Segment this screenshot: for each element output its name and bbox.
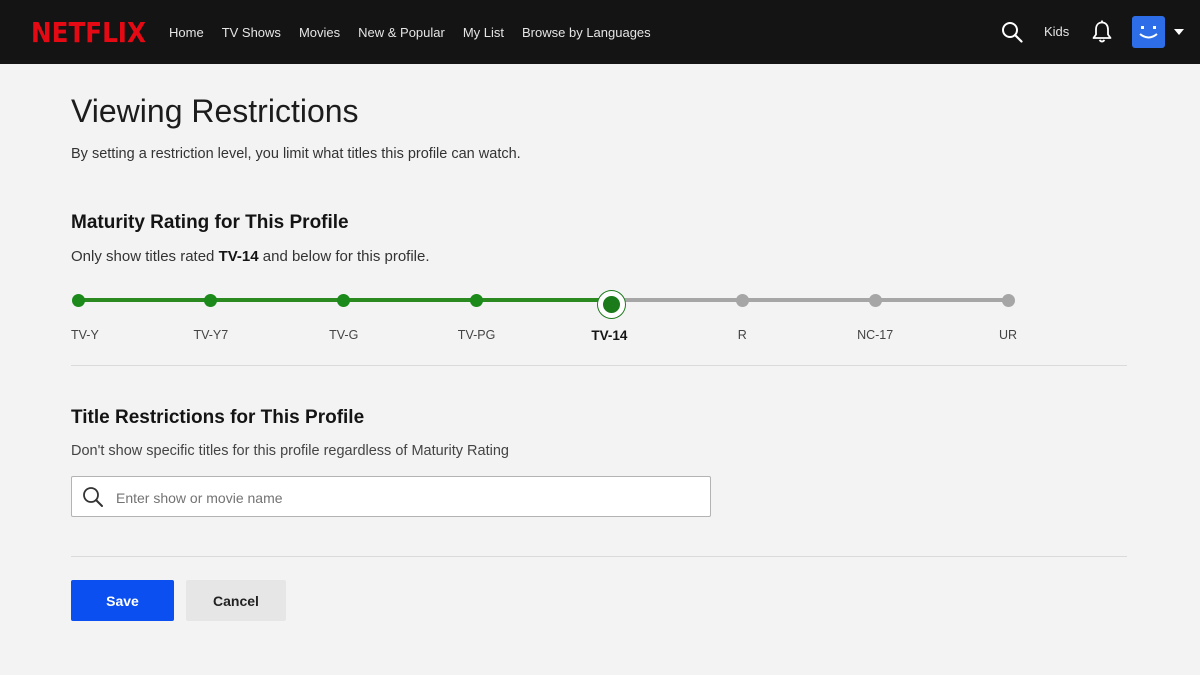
save-button[interactable]: Save — [71, 580, 174, 621]
rating-stop-tv-14[interactable] — [598, 290, 626, 318]
title-search-input[interactable] — [114, 477, 698, 518]
rating-label-ur[interactable]: UR — [999, 328, 1017, 342]
rating-stop-ur[interactable] — [1001, 293, 1015, 307]
rating-stop-tv-g[interactable] — [337, 293, 351, 307]
cancel-button[interactable]: Cancel — [186, 580, 286, 621]
rating-label-tv-pg[interactable]: TV-PG — [458, 328, 496, 342]
title-restrictions-description: Don't show specific titles for this prof… — [71, 443, 509, 459]
nav-home[interactable]: Home — [169, 25, 204, 40]
nav-browse-by-languages[interactable]: Browse by Languages — [522, 25, 651, 40]
maturity-rating-slider[interactable]: TV-Y TV-Y7 TV-G TV-PG TV-14 R NC-17 UR — [71, 287, 1127, 357]
rating-stop-nc-17[interactable] — [868, 293, 882, 307]
title-restrictions-section-title: Title Restrictions for This Profile — [71, 407, 365, 428]
selected-rating: TV-14 — [218, 248, 259, 265]
smiley-avatar-icon — [1139, 26, 1158, 39]
profile-avatar[interactable] — [1132, 16, 1165, 48]
rating-label-tv-g[interactable]: TV-G — [329, 328, 358, 342]
nav-tv-shows[interactable]: TV Shows — [222, 25, 281, 40]
rating-stop-r[interactable] — [735, 293, 749, 307]
form-actions: Save Cancel — [71, 580, 1127, 621]
rating-label-tv-y7[interactable]: TV-Y7 — [193, 328, 228, 342]
section-divider — [71, 365, 1127, 366]
bell-icon[interactable] — [1091, 20, 1113, 44]
top-navigation-bar: NETFLIX Home TV Shows Movies New & Popul… — [0, 0, 1200, 64]
title-search-box[interactable] — [71, 476, 711, 518]
netflix-logo[interactable]: NETFLIX — [31, 16, 146, 49]
rating-label-tv-y[interactable]: TV-Y — [71, 328, 99, 342]
section-divider — [71, 556, 1127, 557]
rating-stop-tv-y7[interactable] — [204, 293, 218, 307]
maturity-desc-prefix: Only show titles rated — [71, 248, 219, 265]
rating-stop-tv-pg[interactable] — [470, 293, 484, 307]
rating-stop-tv-y[interactable] — [71, 293, 85, 307]
rating-label-r[interactable]: R — [738, 328, 747, 342]
primary-nav: Home TV Shows Movies New & Popular My Li… — [169, 0, 669, 64]
page-title: Viewing Restrictions — [71, 93, 359, 129]
maturity-description: Only show titles rated TV-14 and below f… — [71, 248, 1127, 265]
rating-label-nc-17[interactable]: NC-17 — [857, 328, 893, 342]
maturity-section-title: Maturity Rating for This Profile — [71, 212, 349, 233]
maturity-desc-suffix: and below for this profile. — [258, 248, 430, 265]
rating-label-tv-14[interactable]: TV-14 — [591, 328, 627, 343]
viewing-restrictions-panel: Viewing Restrictions By setting a restri… — [71, 64, 1127, 621]
header-tools: Kids — [960, 0, 1200, 64]
nav-movies[interactable]: Movies — [299, 25, 340, 40]
nav-new-popular[interactable]: New & Popular — [358, 25, 445, 40]
caret-down-icon[interactable] — [1174, 28, 1184, 36]
kids-link[interactable]: Kids — [1044, 24, 1069, 39]
search-icon[interactable] — [1001, 21, 1023, 43]
page-description: By setting a restriction level, you limi… — [71, 146, 521, 162]
search-icon — [83, 487, 103, 507]
nav-my-list[interactable]: My List — [463, 25, 504, 40]
